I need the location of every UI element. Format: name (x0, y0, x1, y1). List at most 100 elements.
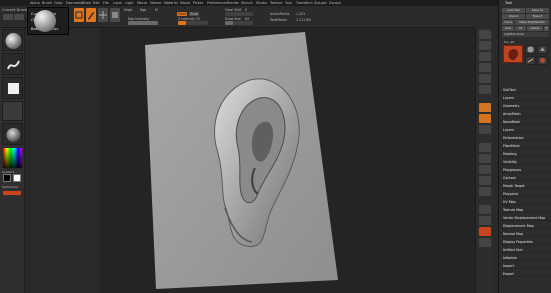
menu-texture[interactable]: Texture (270, 1, 282, 6)
bpr-button[interactable] (479, 30, 491, 39)
frame-button[interactable] (479, 154, 491, 163)
menu-document[interactable]: Document (66, 1, 84, 6)
menu-brush[interactable]: Brush (42, 1, 52, 6)
tool-thumbnail-simplebrush[interactable] (525, 56, 536, 65)
subpalette-arraymesh[interactable]: ArrayMesh (503, 111, 551, 117)
rotate-view-button[interactable] (479, 187, 491, 196)
move-view-button[interactable] (479, 165, 491, 174)
subpalette-export[interactable]: Export (503, 271, 551, 277)
subpalette-contact[interactable]: Contact (503, 175, 551, 181)
menu-alpha[interactable]: Alpha (30, 1, 40, 6)
menu-transform[interactable]: Transform (296, 1, 313, 6)
transp-button[interactable] (479, 216, 491, 225)
tool-thumbnail-polymesh[interactable] (537, 45, 548, 54)
subpalette-morph-target[interactable]: Morph Target (503, 183, 551, 189)
alpha-slot[interactable] (2, 77, 23, 99)
menu-zplugin[interactable]: Zplugin (314, 1, 327, 6)
menu-light[interactable]: Light (125, 1, 133, 6)
material-slot[interactable] (2, 123, 23, 145)
save-as-button[interactable]: Save As (526, 8, 549, 13)
subpalette-masking[interactable]: Masking (503, 151, 551, 157)
load-tool-button[interactable]: Load Tool (502, 8, 525, 13)
clone-button[interactable]: Clone (502, 20, 514, 25)
subpalette-layers-2[interactable]: Layers (503, 127, 551, 133)
subpalette-polygroups[interactable]: Polygroups (503, 167, 551, 173)
aahalf-button[interactable] (479, 85, 491, 94)
subpalette-visibility[interactable]: Visibility (503, 159, 551, 165)
document-canvas[interactable] (100, 28, 475, 293)
tool-thumbnail-ear[interactable] (537, 56, 548, 65)
main-color-swatch[interactable] (3, 174, 11, 182)
subpalette-geometry[interactable]: Geometry (503, 103, 551, 109)
texture-slot[interactable] (2, 101, 23, 121)
menu-edit[interactable]: Edit (93, 1, 100, 6)
menu-preferences[interactable]: Preferences (207, 1, 227, 6)
make-polymesh-button[interactable]: Make PolyMesh3D (515, 20, 549, 25)
subpalette-unified-skin[interactable]: Unified Skin (503, 247, 551, 253)
visible-button[interactable]: Visible (527, 26, 543, 31)
menu-stroke[interactable]: Stroke (256, 1, 267, 6)
all-button[interactable]: All (515, 26, 526, 31)
solo-button[interactable] (479, 227, 491, 236)
goz-button[interactable]: GoZ (502, 26, 514, 31)
brush-mode-button-2[interactable] (14, 14, 24, 20)
subpalette-texture-map[interactable]: Texture Map (503, 207, 551, 213)
polyf-button[interactable] (479, 205, 491, 214)
scroll-button[interactable] (479, 52, 491, 61)
menu-marker[interactable]: Marker (150, 1, 162, 6)
subpalette-nanomesh[interactable]: NanoMesh (503, 119, 551, 125)
subpalette-displacement-map[interactable]: Displacement Map (503, 223, 551, 229)
menu-macro[interactable]: Macro (137, 1, 147, 6)
draw-size-slider[interactable] (225, 21, 253, 25)
brush-mode-button[interactable] (3, 14, 13, 20)
tool-thumbnail-sphere[interactable] (525, 45, 536, 54)
menu-layer[interactable]: Layer (113, 1, 122, 6)
z-intensity-slider[interactable] (178, 21, 208, 25)
menu-material[interactable]: Material (164, 1, 178, 6)
subpalette-subtool[interactable]: SubTool (503, 87, 551, 93)
subpalette-import[interactable]: Import (503, 263, 551, 269)
floor-button[interactable] (479, 114, 491, 123)
xpose-button[interactable] (479, 238, 491, 247)
menu-zscript[interactable]: Zscript (329, 1, 341, 6)
export-button[interactable]: Export (526, 14, 549, 19)
scale-view-button[interactable] (479, 176, 491, 185)
subpalette-initialize[interactable]: Initialize (503, 255, 551, 261)
persp-button[interactable] (479, 103, 491, 112)
subpalette-fibermesh[interactable]: FiberMesh (503, 143, 551, 149)
subpalette-polypaint[interactable]: Polypaint (503, 191, 551, 197)
focal-shift-slider[interactable] (225, 12, 253, 16)
lightbox-tools-button[interactable]: Lightbox Tools (502, 32, 549, 37)
menu-color[interactable]: Color (54, 1, 63, 6)
tool-thumbnail-active[interactable] (503, 45, 523, 63)
menu-file[interactable]: File (103, 1, 109, 6)
subpalette-vector-displacement-map[interactable]: Vector Displacement Map (503, 215, 551, 221)
subpalette-normal-map[interactable]: Normal Map (503, 231, 551, 237)
secondary-color-swatch[interactable] (13, 174, 21, 182)
move-button[interactable] (98, 8, 108, 22)
zsub-button[interactable]: Zsub (189, 12, 199, 16)
subpalette-layers[interactable]: Layers (503, 95, 551, 101)
menu-stencil[interactable]: Stencil (241, 1, 252, 6)
scale-button[interactable] (110, 8, 120, 22)
zadd-button[interactable]: Zadd (177, 12, 187, 16)
edit-button[interactable] (74, 8, 84, 22)
brush-slot[interactable] (2, 29, 23, 51)
menu-movie[interactable]: Movie (180, 1, 190, 6)
spix-button[interactable] (479, 41, 491, 50)
stroke-slot[interactable] (2, 53, 23, 75)
menu-picker[interactable]: Picker (193, 1, 203, 6)
r-button[interactable]: R (544, 26, 549, 31)
menu-render[interactable]: Render (227, 1, 239, 6)
menu-draw[interactable]: Draw (82, 1, 91, 6)
actual-button[interactable] (479, 74, 491, 83)
subpalette-display-properties[interactable]: Display Properties (503, 239, 551, 245)
subpalette-deformation[interactable]: Deformation (503, 135, 551, 141)
subpalette-uv-map[interactable]: UV Map (503, 199, 551, 205)
xyz-button[interactable] (479, 143, 491, 152)
menu-tool[interactable]: Tool (285, 1, 292, 6)
color-picker[interactable] (2, 147, 23, 169)
alternate-button[interactable] (3, 191, 21, 195)
draw-button[interactable] (86, 8, 96, 22)
local-button[interactable] (479, 125, 491, 134)
